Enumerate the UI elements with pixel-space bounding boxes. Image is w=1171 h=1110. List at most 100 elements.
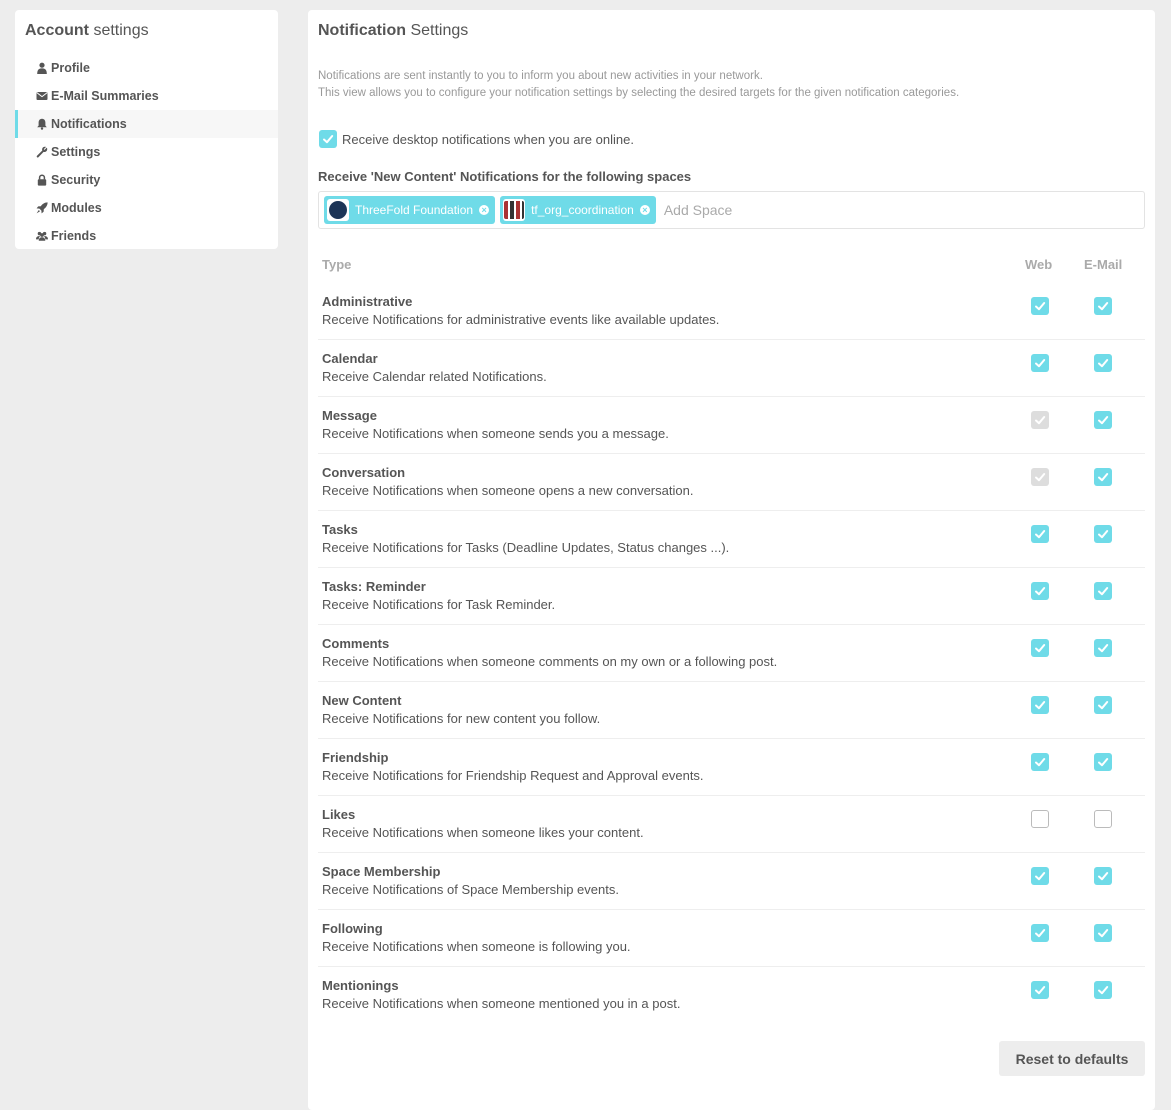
add-space-input[interactable]: Add Space (664, 202, 733, 218)
category-title: Likes (322, 807, 356, 822)
notification-categories-table: Administrative Receive Notifications for … (318, 283, 1145, 1024)
category-description: Receive Notifications when someone comme… (322, 654, 778, 669)
rocket-icon (33, 202, 51, 214)
help-line-1: Notifications are sent instantly to you … (318, 70, 763, 82)
web-checkbox[interactable] (1031, 354, 1049, 372)
category-title: Conversation (322, 465, 406, 480)
category-title: Calendar (322, 351, 378, 366)
sidebar-item-label: Notifications (51, 117, 127, 131)
help-text: Notifications are sent instantly to you … (318, 68, 959, 102)
spaces-picker[interactable]: ThreeFold Foundation × tf_org_coordinati… (318, 191, 1145, 229)
users-icon (33, 230, 51, 242)
sidebar-item-profile[interactable]: Profile (15, 54, 278, 82)
table-row: Calendar Receive Calendar related Notific… (318, 340, 1145, 397)
web-checkbox[interactable] (1031, 867, 1049, 885)
user-icon (33, 62, 51, 74)
web-checkbox[interactable] (1031, 924, 1049, 942)
column-web: Web (1025, 257, 1053, 272)
web-checkbox[interactable] (1031, 525, 1049, 543)
sidebar-item-e-mail-summaries[interactable]: E-Mail Summaries (15, 82, 278, 110)
space-tag-label: ThreeFold Foundation (355, 203, 474, 217)
web-checkbox[interactable] (1031, 696, 1049, 714)
desktop-notifications-label: Receive desktop notifications when you a… (342, 131, 634, 147)
email-checkbox[interactable] (1094, 810, 1112, 828)
email-checkbox[interactable] (1094, 297, 1112, 315)
sidebar-title: Account settings (25, 22, 149, 39)
category-description: Receive Calendar related Notifications. (322, 369, 547, 384)
category-description: Receive Notifications when someone menti… (322, 996, 681, 1011)
remove-space-icon[interactable]: × (479, 205, 490, 215)
table-row: Tasks Receive Notifications for Tasks (De… (318, 511, 1145, 568)
table-row: Comments Receive Notifications when someo… (318, 625, 1145, 682)
email-checkbox[interactable] (1094, 639, 1112, 657)
web-checkbox[interactable] (1031, 297, 1049, 315)
table-row: Friendship Receive Notifications for Frie… (318, 739, 1145, 796)
email-checkbox[interactable] (1094, 981, 1112, 999)
category-title: Comments (322, 636, 390, 651)
notification-settings-panel: Notification Settings Notifications are … (308, 10, 1155, 1110)
email-checkbox[interactable] (1094, 753, 1112, 771)
web-checkbox[interactable] (1031, 582, 1049, 600)
sidebar-item-security[interactable]: Security (15, 166, 278, 194)
category-description: Receive Notifications for Tasks (Deadlin… (322, 540, 730, 555)
web-checkbox (1031, 411, 1049, 429)
category-description: Receive Notifications for Friendship Req… (322, 768, 704, 783)
web-checkbox[interactable] (1031, 753, 1049, 771)
web-checkbox[interactable] (1031, 810, 1049, 828)
category-description: Receive Notifications when someone sends… (322, 426, 669, 441)
sidebar-item-modules[interactable]: Modules (15, 194, 278, 222)
table-header: Type Web E-Mail (318, 257, 1145, 277)
reset-to-defaults-button[interactable]: Reset to defaults (999, 1041, 1145, 1076)
panel-title: Notification Settings (318, 22, 469, 39)
category-title: Tasks: Reminder (322, 579, 426, 594)
email-checkbox[interactable] (1094, 696, 1112, 714)
category-description: Receive Notifications when someone is fo… (322, 939, 631, 954)
remove-space-icon[interactable]: × (639, 205, 650, 215)
email-checkbox[interactable] (1094, 411, 1112, 429)
table-row: Conversation Receive Notifications when s… (318, 454, 1145, 511)
email-checkbox[interactable] (1094, 468, 1112, 486)
lock-icon (33, 174, 51, 186)
space-tag[interactable]: ThreeFold Foundation × (324, 196, 496, 224)
email-checkbox[interactable] (1094, 924, 1112, 942)
table-row: Following Receive Notifications when some… (318, 910, 1145, 967)
sidebar-item-friends[interactable]: Friends (15, 222, 278, 250)
column-email: E-Mail (1084, 257, 1123, 272)
space-tag[interactable]: tf_org_coordination × (500, 196, 656, 224)
category-title: Space Membership (322, 864, 441, 879)
sidebar-item-notifications[interactable]: Notifications (15, 110, 278, 138)
bell-icon (33, 118, 51, 130)
sidebar-item-label: E-Mail Summaries (51, 89, 159, 103)
sidebar-item-label: Settings (51, 145, 101, 159)
space-avatar (327, 199, 349, 221)
category-title: Administrative (322, 294, 413, 309)
category-title: Tasks (322, 522, 358, 537)
desktop-notifications-checkbox[interactable] (319, 130, 337, 148)
spaces-label: Receive 'New Content' Notifications for … (318, 169, 692, 184)
desktop-notifications-option[interactable]: Receive desktop notifications when you a… (319, 130, 634, 148)
table-row: Administrative Receive Notifications for … (318, 283, 1145, 340)
email-checkbox[interactable] (1094, 354, 1112, 372)
email-checkbox[interactable] (1094, 582, 1112, 600)
wrench-icon (33, 146, 51, 158)
space-tag-label: tf_org_coordination (531, 203, 634, 217)
table-row: Likes Receive Notifications when someone … (318, 796, 1145, 853)
category-description: Receive Notifications when someone likes… (322, 825, 644, 840)
web-checkbox[interactable] (1031, 981, 1049, 999)
email-checkbox[interactable] (1094, 867, 1112, 885)
category-description: Receive Notifications for administrative… (322, 312, 720, 327)
sidebar-item-settings[interactable]: Settings (15, 138, 278, 166)
web-checkbox (1031, 468, 1049, 486)
sidebar-item-label: Friends (51, 229, 97, 243)
table-row: Mentionings Receive Notifications when so… (318, 967, 1145, 1024)
category-title: New Content (322, 693, 402, 708)
category-title: Friendship (322, 750, 389, 765)
table-row: New Content Receive Notifications for new… (318, 682, 1145, 739)
web-checkbox[interactable] (1031, 639, 1049, 657)
category-title: Mentionings (322, 978, 399, 993)
category-description: Receive Notifications for Task Reminder. (322, 597, 556, 612)
email-checkbox[interactable] (1094, 525, 1112, 543)
help-line-2: This view allows you to configure your n… (318, 87, 960, 99)
sidebar-item-label: Security (51, 173, 101, 187)
table-row: Message Receive Notifications when someon… (318, 397, 1145, 454)
